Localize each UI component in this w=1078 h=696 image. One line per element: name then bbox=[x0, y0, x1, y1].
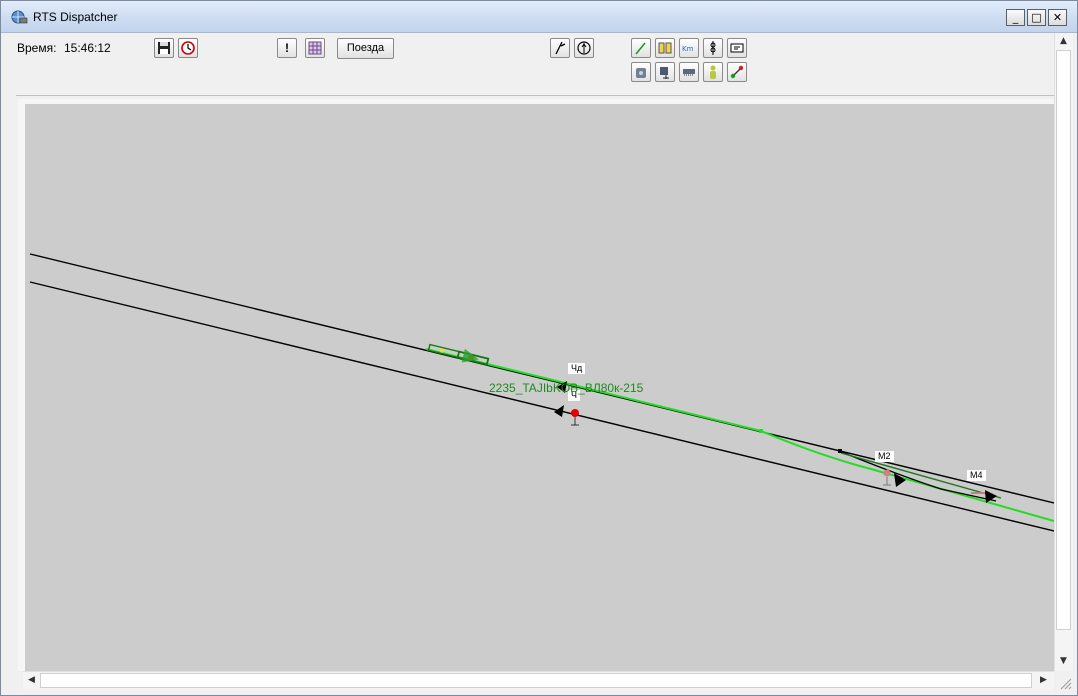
vertical-scrollbar[interactable]: ▲ ▼ bbox=[1054, 33, 1073, 671]
signal-lamp-icon bbox=[730, 65, 744, 79]
time-label: Время: bbox=[17, 41, 57, 55]
crossing-icon bbox=[660, 67, 669, 79]
signal-label-m4: М4 bbox=[967, 470, 986, 481]
station-icon bbox=[636, 68, 646, 78]
signal-arrow-ch bbox=[554, 405, 564, 417]
switch-point bbox=[838, 449, 842, 453]
clock-icon bbox=[181, 41, 195, 55]
signal-lamp-tool-button[interactable] bbox=[727, 62, 747, 82]
person-tool-button[interactable] bbox=[703, 62, 723, 82]
svg-text:Km: Km bbox=[682, 45, 694, 53]
scroll-down-button[interactable]: ▼ bbox=[1055, 653, 1072, 670]
time-value: 15:46:12 bbox=[64, 41, 111, 55]
active-route-branch bbox=[760, 430, 1054, 522]
globe-app-icon bbox=[11, 10, 28, 24]
platform-icon bbox=[683, 69, 695, 76]
signal-m2-lamp[interactable] bbox=[883, 469, 891, 477]
route-tool-button[interactable] bbox=[631, 38, 651, 58]
signal-circle-icon bbox=[577, 41, 591, 55]
signal-tool-button[interactable] bbox=[574, 38, 594, 58]
signal-m2-post bbox=[883, 477, 891, 486]
scroll-up-button[interactable]: ▲ bbox=[1055, 33, 1072, 50]
trains-button[interactable]: Поезда bbox=[337, 38, 394, 59]
traffic-light-tool-button[interactable] bbox=[703, 38, 723, 58]
section-tool-button[interactable] bbox=[655, 38, 675, 58]
signal-post bbox=[571, 417, 579, 426]
alert-button[interactable]: ! bbox=[277, 38, 297, 58]
km-icon: Km bbox=[682, 45, 694, 53]
switch-icon bbox=[555, 41, 566, 55]
vertical-scroll-thumb[interactable] bbox=[1056, 50, 1071, 630]
lower-track bbox=[29, 281, 1054, 532]
signal-label-m2: М2 bbox=[875, 451, 894, 462]
title-bar[interactable]: RTS Dispatcher _ □ ✕ bbox=[1, 1, 1077, 33]
close-button[interactable]: ✕ bbox=[1048, 9, 1067, 26]
train-icon[interactable] bbox=[427, 341, 490, 369]
minimize-button[interactable]: _ bbox=[1006, 9, 1025, 26]
label-icon bbox=[730, 43, 744, 53]
horizontal-scrollbar[interactable]: ◀ ▶ bbox=[23, 671, 1054, 690]
clock-button[interactable] bbox=[178, 38, 198, 58]
scroll-left-button[interactable]: ◀ bbox=[23, 672, 40, 689]
label-tool-button[interactable] bbox=[727, 38, 747, 58]
resize-grip-icon[interactable] bbox=[1055, 673, 1073, 691]
kilometer-tool-button[interactable]: Km bbox=[679, 38, 699, 58]
platform-tool-button[interactable] bbox=[679, 62, 699, 82]
upper-track bbox=[29, 253, 1054, 504]
signal-label-chd: Чд bbox=[568, 363, 586, 374]
horizontal-scroll-thumb[interactable] bbox=[40, 673, 1032, 688]
green-track-icon bbox=[635, 42, 646, 55]
traffic-light-icon bbox=[710, 41, 716, 55]
route-marker bbox=[759, 429, 763, 433]
grid-icon bbox=[308, 41, 322, 55]
crossing-tool-button[interactable] bbox=[655, 62, 675, 82]
person-icon bbox=[710, 65, 716, 79]
grid-button[interactable] bbox=[305, 38, 325, 58]
toolbar-separator bbox=[16, 95, 1054, 96]
app-window: RTS Dispatcher _ □ ✕ Время: 15:46:12 ! П… bbox=[0, 0, 1078, 696]
window-title: RTS Dispatcher bbox=[33, 10, 118, 24]
save-button[interactable] bbox=[154, 38, 174, 58]
red-signal-icon[interactable] bbox=[571, 409, 579, 417]
section-icon bbox=[658, 42, 672, 54]
station-tool-button[interactable] bbox=[631, 62, 651, 82]
floppy-icon bbox=[158, 42, 170, 54]
train-label[interactable]: 2235_TAJIbKOB_BЛ80к-215 bbox=[489, 381, 643, 395]
maximize-button[interactable]: □ bbox=[1027, 9, 1046, 26]
scroll-right-button[interactable]: ▶ bbox=[1035, 672, 1052, 689]
switch-tool-button[interactable] bbox=[550, 38, 570, 58]
